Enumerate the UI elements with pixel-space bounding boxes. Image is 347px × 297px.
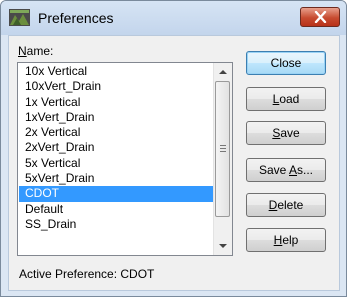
list-item[interactable]: CDOT (19, 186, 214, 202)
active-preference-value: CDOT (120, 267, 155, 281)
list-item[interactable]: 5x Vertical (19, 156, 214, 171)
listbox-scrollbar[interactable] (213, 63, 232, 255)
scroll-down-arrow-icon[interactable] (214, 238, 232, 255)
list-item[interactable]: 1xVert_Drain (19, 110, 214, 125)
list-item[interactable]: Default (19, 202, 214, 217)
delete-button[interactable]: Delete (246, 193, 326, 217)
help-button[interactable]: Help (246, 228, 326, 252)
preferences-app-icon (9, 9, 30, 26)
list-item[interactable]: 1x Vertical (19, 95, 214, 110)
list-item[interactable]: 10x Vertical (19, 64, 214, 79)
load-button[interactable]: Load (246, 87, 326, 111)
grip-icon (220, 145, 226, 152)
list-item[interactable]: 10xVert_Drain (19, 79, 214, 94)
preferences-dialog: Preferences Name: 10x Vertical 10xVert_Dr… (0, 0, 347, 297)
name-label: Name: (18, 44, 54, 58)
title-bar[interactable]: Preferences (1, 1, 346, 35)
preferences-listbox[interactable]: 10x Vertical 10xVert_Drain 1x Vertical 1xVe… (17, 62, 233, 256)
list-item[interactable]: 2xVert_Drain (19, 140, 214, 155)
window-close-button[interactable] (300, 7, 340, 27)
list-item[interactable]: SS_Drain (19, 217, 214, 232)
window-title: Preferences (38, 10, 114, 26)
save-button[interactable]: Save (246, 121, 326, 145)
save-as-button[interactable]: Save As... (246, 158, 326, 182)
close-button[interactable]: Close (246, 51, 326, 75)
list-item[interactable]: 5xVert_Drain (19, 171, 214, 186)
scroll-up-arrow-icon[interactable] (214, 63, 232, 80)
scrollbar-thumb[interactable] (215, 81, 230, 217)
active-preference-status: Active Preference: CDOT (19, 267, 155, 281)
close-icon (314, 11, 327, 23)
listbox-items: 10x Vertical 10xVert_Drain 1x Vertical 1xVe… (19, 64, 214, 232)
list-item[interactable]: 2x Vertical (19, 125, 214, 140)
